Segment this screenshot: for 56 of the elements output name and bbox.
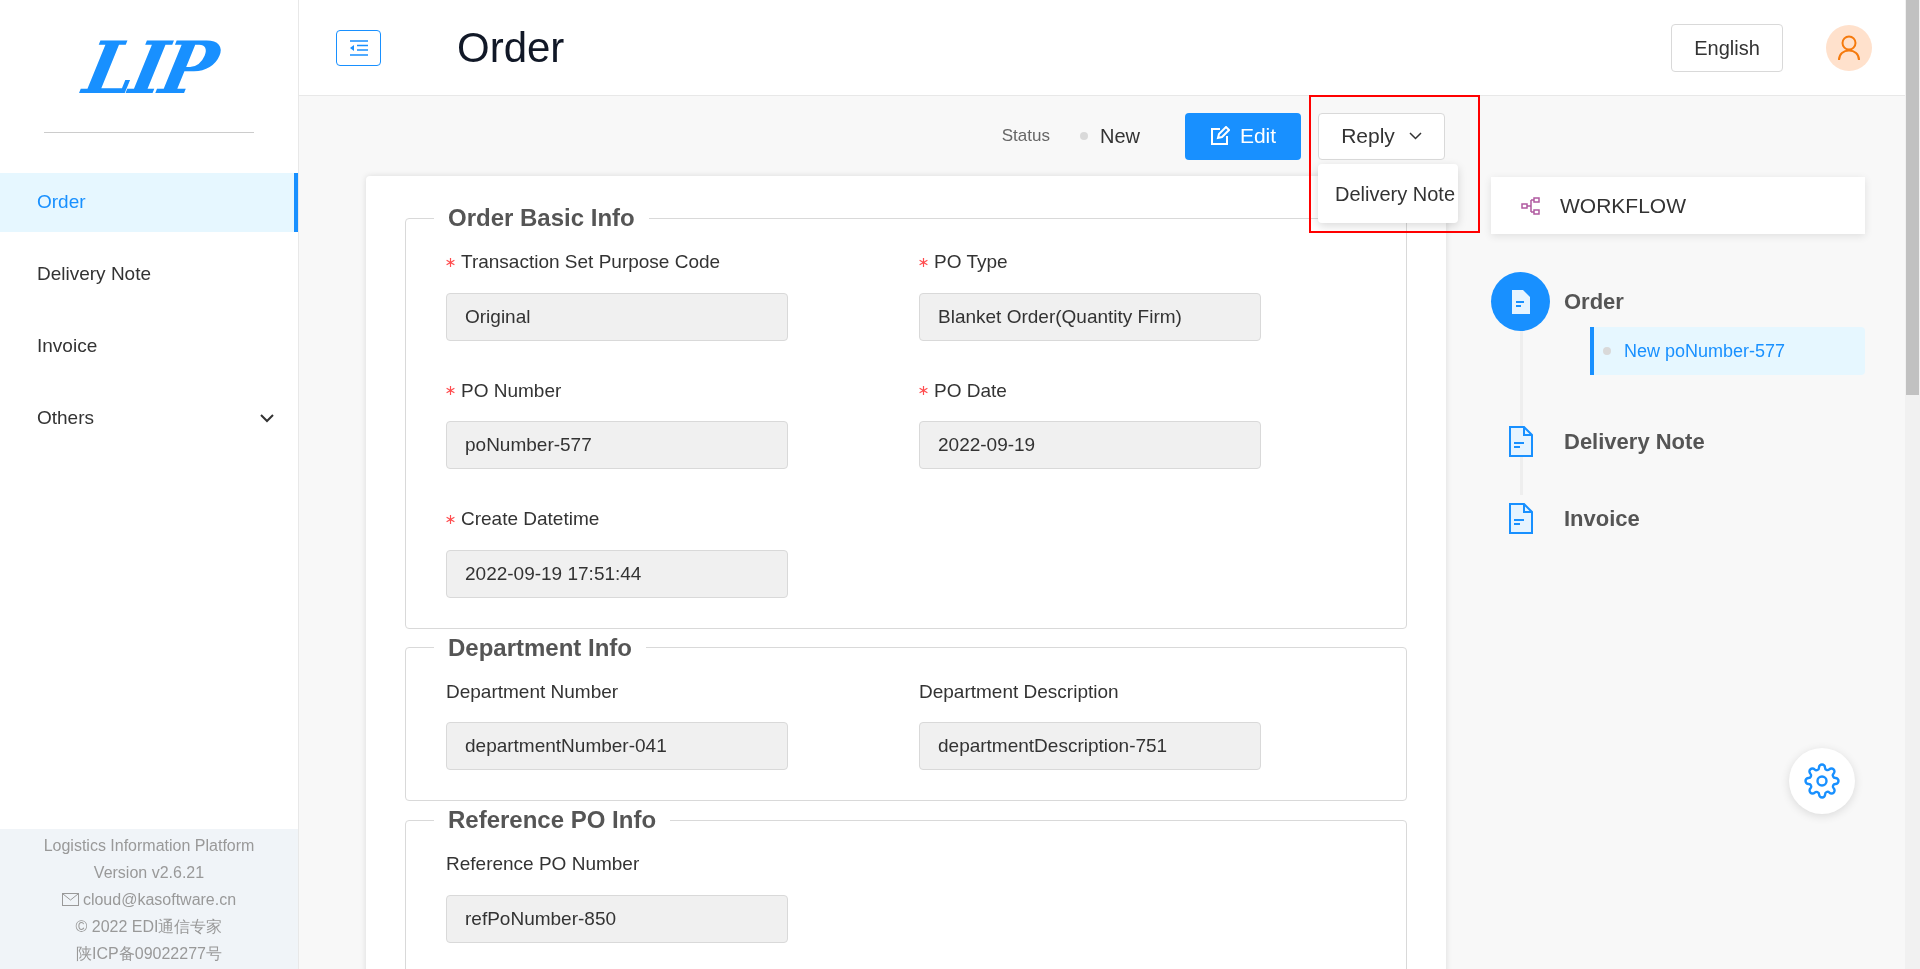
input-field[interactable]: Original (446, 292, 788, 341)
sidebar-item[interactable]: Invoice (0, 317, 298, 376)
settings-icon (1804, 763, 1840, 799)
field-label: Department Number (446, 679, 619, 704)
field-label: PO Date (934, 378, 1007, 403)
input-field[interactable]: departmentDescription-751 (919, 722, 1261, 770)
footer-text: © 2022 EDI通信专家 (75, 917, 223, 937)
chevron-icon (1408, 132, 1422, 140)
footer-text: 陕ICP备09022277号 (76, 944, 222, 964)
user-icon (1837, 34, 1861, 61)
document-icon (1508, 426, 1533, 457)
edit-icon (1209, 126, 1230, 146)
required-mark-icon (919, 257, 928, 267)
section-title: Department Info (447, 632, 633, 663)
footer-text: Version v2.6.21 (93, 863, 205, 883)
field-label: Transaction Set Purpose Code (461, 250, 721, 274)
field-label: Department Description (919, 679, 1119, 704)
logo: LIP (77, 28, 221, 108)
field-label: Create Datetime (461, 507, 600, 531)
field-label: Reference PO Number (446, 852, 640, 876)
input-field[interactable]: poNumber-577 (446, 421, 788, 469)
mail-icon (61, 893, 79, 906)
required-mark-icon (919, 386, 928, 396)
input-field[interactable]: refPoNumber-850 (446, 894, 788, 943)
settings-button[interactable] (1789, 748, 1855, 814)
required-mark-icon (446, 514, 455, 524)
field-label: PO Type (934, 250, 1008, 274)
entry-label: New poNumber-577 (1624, 339, 1786, 363)
input-field[interactable]: 2022-09-19 17:51:44 (446, 549, 788, 598)
page-title: Order (457, 23, 565, 73)
field-label: PO Number (461, 378, 562, 403)
language-button[interactable]: English (1671, 23, 1783, 72)
workflow-step[interactable]: Delivery Note (1564, 425, 1705, 458)
document-icon (1508, 503, 1533, 534)
dropdown-item[interactable]: Delivery Note (1318, 178, 1458, 209)
status-label: Status (1001, 125, 1050, 148)
required-mark-icon (446, 257, 455, 267)
required-mark-icon (446, 386, 455, 396)
sidebar-item[interactable]: Delivery Note (0, 245, 298, 304)
avatar[interactable] (1826, 24, 1872, 71)
workflow-title: WORKFLOW (1560, 192, 1686, 219)
menu-collapse-icon (348, 39, 369, 56)
section-title: Reference PO Info (447, 805, 658, 835)
workflow-step[interactable]: Order (1564, 285, 1624, 318)
footer-email: cloud@kasoftware.cn (82, 890, 237, 910)
workflow-step[interactable]: Invoice (1564, 502, 1640, 535)
collapse-menu-button[interactable] (336, 29, 381, 66)
hierarchy-icon (1521, 196, 1541, 215)
sidebar-item[interactable]: Others (0, 389, 298, 448)
input-field[interactable]: Blanket Order(Quantity Firm) (919, 292, 1261, 341)
reply-button[interactable]: Reply (1318, 112, 1445, 160)
status-value: New (1100, 124, 1140, 149)
section-title: Order Basic Info (447, 203, 636, 233)
input-field[interactable]: 2022-09-19 (919, 421, 1261, 469)
footer-text: Logistics Information Platform (43, 836, 255, 856)
input-field[interactable]: departmentNumber-041 (446, 722, 788, 770)
